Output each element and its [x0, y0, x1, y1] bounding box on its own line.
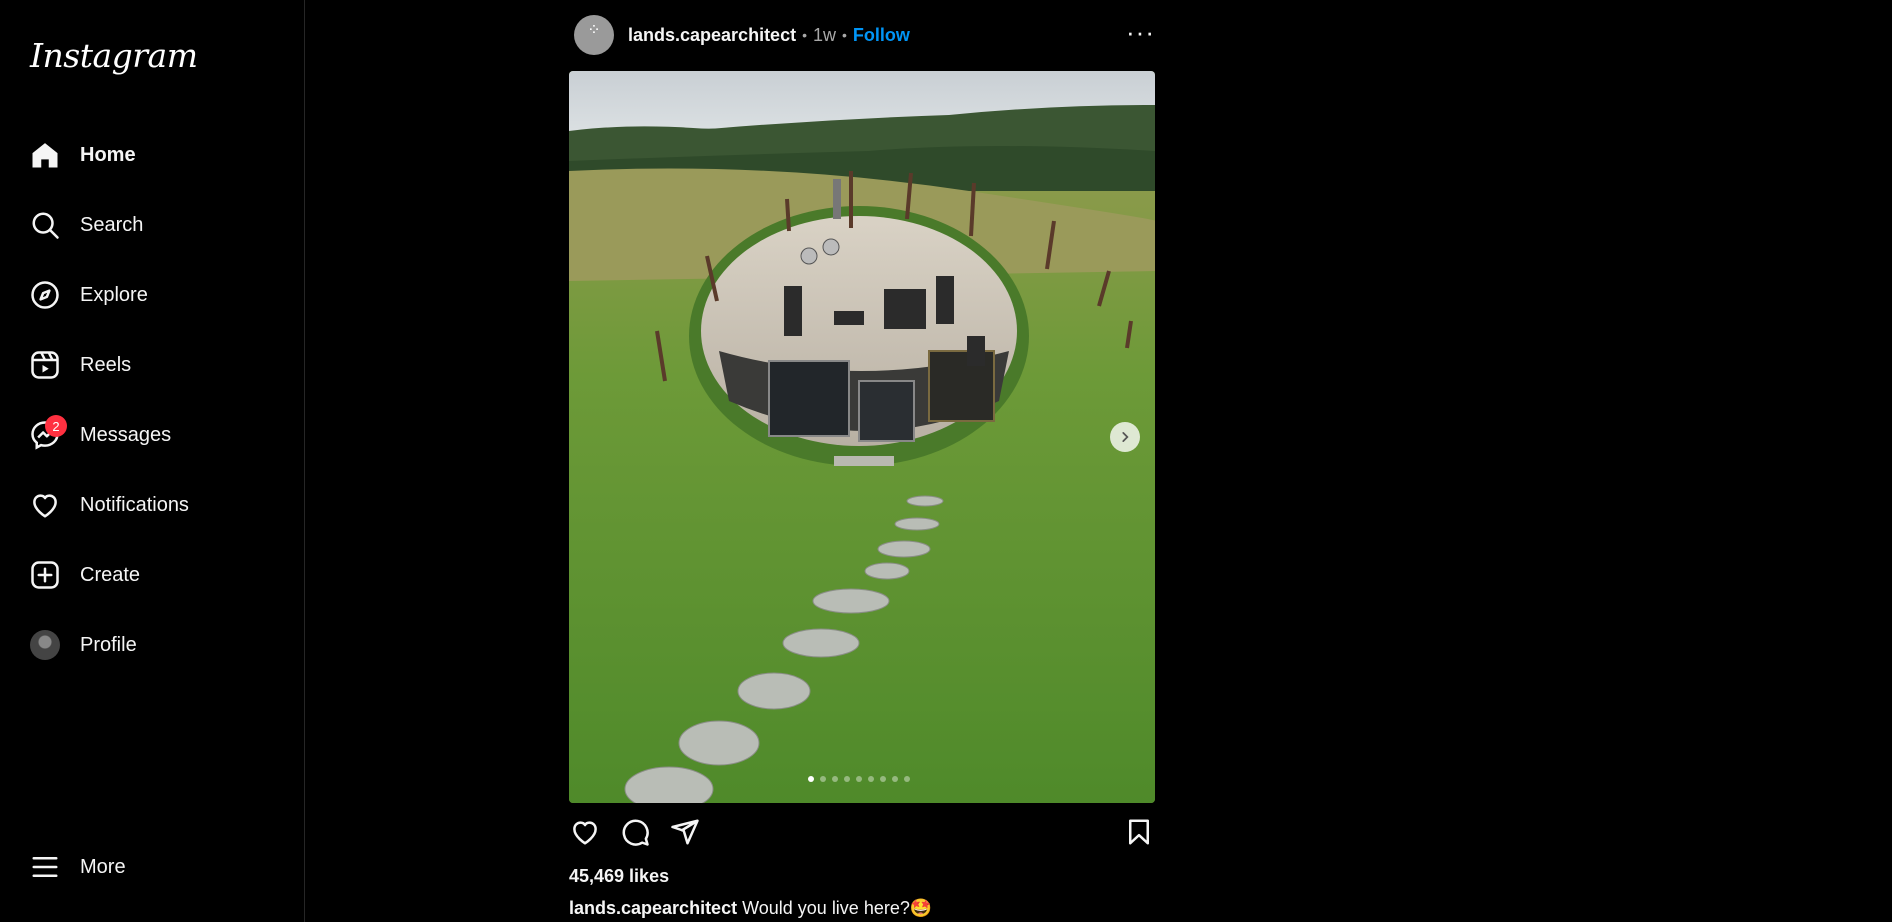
separator-dot: • [842, 27, 847, 43]
comment-icon [622, 819, 649, 846]
messenger-icon: 2 [22, 412, 68, 458]
carousel-dot [868, 776, 874, 782]
instagram-logo[interactable]: Instagram [30, 36, 198, 75]
plus-square-icon [22, 552, 68, 598]
sidebar-item-label: Explore [80, 283, 148, 306]
sidebar-item-create[interactable]: Create [22, 547, 284, 603]
sidebar-item-messages[interactable]: 2 Messages [22, 407, 284, 463]
carousel-dot [904, 776, 910, 782]
sidebar-item-label: Create [80, 563, 141, 586]
post-author-avatar[interactable] [574, 15, 614, 55]
carousel-dot [820, 776, 826, 782]
sidebar-item-label: Reels [80, 353, 132, 376]
sidebar-item-explore[interactable]: Explore [22, 267, 284, 323]
chevron-right-icon [1122, 432, 1129, 442]
menu-icon [22, 844, 68, 890]
follow-button[interactable]: Follow [853, 25, 910, 46]
sidebar: Instagram Home Search Explore Reels 2 Me… [0, 0, 305, 922]
post-actions [569, 816, 1155, 852]
send-icon [671, 819, 699, 845]
avatar [30, 630, 60, 660]
sidebar-item-more[interactable]: More [22, 839, 284, 895]
next-image-button[interactable] [1110, 422, 1140, 452]
carousel-indicator [808, 776, 910, 782]
sidebar-item-label: Profile [80, 633, 137, 656]
post-caption: lands.capearchitect Would you live here?… [569, 898, 932, 919]
sidebar-item-label: Home [80, 143, 136, 166]
carousel-dot [808, 776, 814, 782]
sidebar-item-search[interactable]: Search [22, 197, 284, 253]
sidebar-item-label: Search [80, 213, 144, 236]
share-button[interactable] [669, 816, 701, 848]
like-button[interactable] [569, 816, 601, 848]
save-button[interactable] [1123, 816, 1155, 848]
sidebar-item-label: More [80, 855, 126, 878]
sidebar-item-reels[interactable]: Reels [22, 337, 284, 393]
sidebar-item-label: Messages [80, 423, 172, 446]
post-image[interactable] [569, 71, 1155, 803]
carousel-dot [880, 776, 886, 782]
more-options-icon[interactable]: ··· [1126, 19, 1155, 45]
comment-button[interactable] [619, 816, 651, 848]
post-photo [569, 71, 1155, 803]
carousel-dot [892, 776, 898, 782]
separator-dot: • [802, 27, 807, 43]
caption-text: Would you live here?🤩 [742, 898, 933, 918]
search-icon [22, 202, 68, 248]
reels-icon [22, 342, 68, 388]
likes-count[interactable]: 45,469 likes [569, 866, 669, 887]
home-icon [22, 132, 68, 178]
sidebar-item-notifications[interactable]: Notifications [22, 477, 284, 533]
post-username[interactable]: lands.capearchitect [628, 25, 796, 46]
heart-icon [573, 821, 597, 845]
bookmark-icon [1129, 819, 1149, 845]
sidebar-item-home[interactable]: Home [22, 127, 284, 183]
compass-icon [22, 272, 68, 318]
sidebar-item-label: Notifications [80, 493, 189, 516]
sidebar-item-profile[interactable]: Profile [22, 617, 284, 673]
heart-icon [22, 482, 68, 528]
post-timestamp[interactable]: 1w [813, 25, 836, 46]
carousel-dot [844, 776, 850, 782]
post-header: lands.capearchitect • 1w • Follow ··· [570, 14, 1155, 56]
caption-username[interactable]: lands.capearchitect [569, 898, 737, 918]
carousel-dot [832, 776, 838, 782]
carousel-dot [856, 776, 862, 782]
notification-badge: 2 [45, 415, 67, 437]
